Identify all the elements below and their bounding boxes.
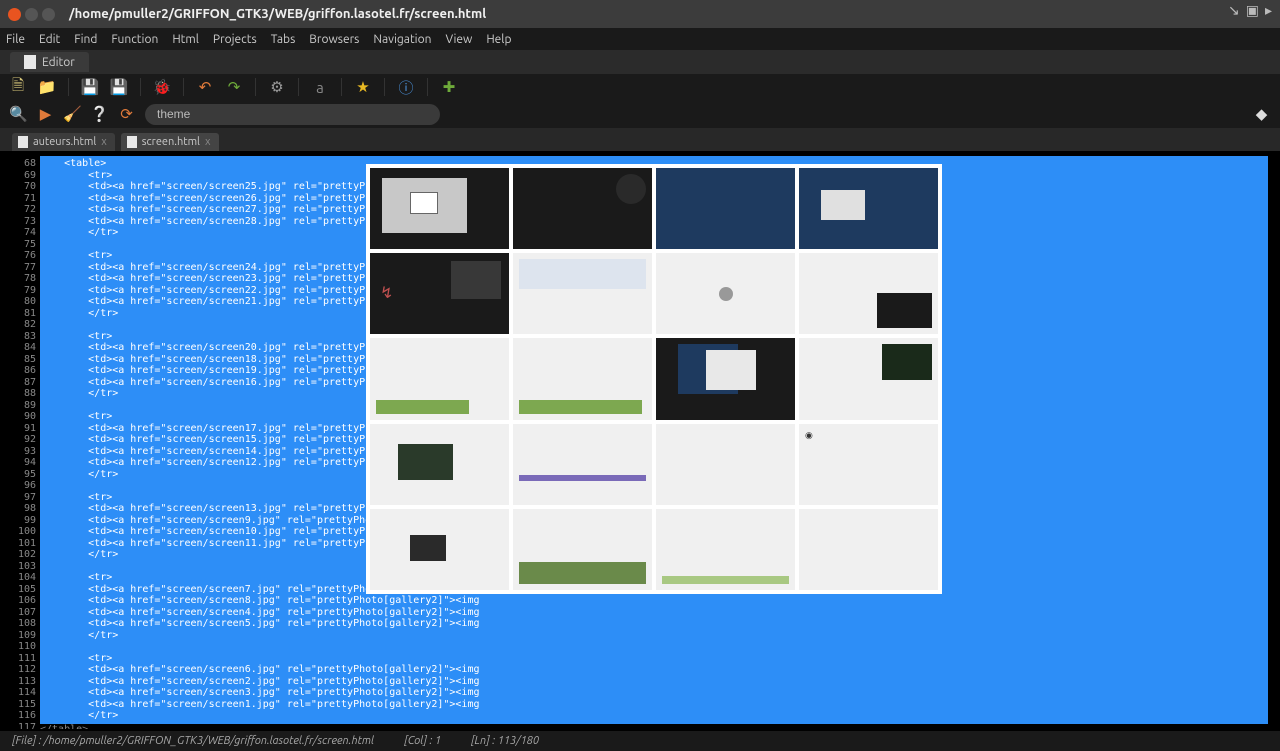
thumbnail[interactable]: ◉ bbox=[799, 424, 938, 505]
search-bar: 🔍 ▶ 🧹 ❔ ⟳ ◆ bbox=[0, 100, 1280, 128]
search-input[interactable] bbox=[145, 104, 440, 125]
panel-tabs: Editor bbox=[0, 50, 1280, 74]
refresh-icon[interactable]: ⟳ bbox=[118, 106, 135, 123]
window-title: /home/pmuller2/GRIFFON_GTK3/WEB/griffon.… bbox=[69, 7, 486, 21]
file-tab-label: auteurs.html bbox=[33, 136, 96, 148]
close-tab-icon[interactable]: x bbox=[205, 136, 211, 148]
menu-browsers[interactable]: Browsers bbox=[309, 33, 359, 46]
status-bar: [File] : /home/pmuller2/GRIFFON_GTK3/WEB… bbox=[0, 731, 1280, 751]
gear-icon[interactable]: ⚙ bbox=[269, 79, 285, 95]
tray-icon[interactable]: ↘ bbox=[1228, 2, 1240, 19]
toolbar: 🗎 📁 💾 💾 🐞 ↶ ↷ ⚙ a ★ ⓘ ✚ bbox=[0, 74, 1280, 100]
menu-navigation[interactable]: Navigation bbox=[373, 33, 431, 46]
thumbnail[interactable] bbox=[370, 338, 509, 419]
thumbnail[interactable] bbox=[799, 168, 938, 249]
preview-overlay[interactable]: ↯ ◉ bbox=[366, 164, 942, 594]
thumbnail[interactable] bbox=[656, 509, 795, 590]
toolbar-separator bbox=[298, 78, 299, 96]
thumbnail[interactable] bbox=[799, 253, 938, 334]
system-tray: ↘ ▣ ▸ bbox=[1228, 2, 1272, 19]
menu-view[interactable]: View bbox=[445, 33, 472, 46]
menu-function[interactable]: Function bbox=[111, 33, 158, 46]
status-file: [File] : /home/pmuller2/GRIFFON_GTK3/WEB… bbox=[12, 735, 374, 747]
bug-icon[interactable]: 🐞 bbox=[154, 79, 170, 95]
thumbnail[interactable] bbox=[513, 338, 652, 419]
close-button[interactable] bbox=[8, 8, 21, 21]
format-icon[interactable]: a bbox=[312, 79, 328, 95]
thumbnail[interactable] bbox=[799, 338, 938, 419]
file-tab-label: screen.html bbox=[142, 136, 200, 148]
status-ln: [Ln] : 113/180 bbox=[471, 735, 539, 747]
plus-icon[interactable]: ✚ bbox=[441, 79, 457, 95]
thumbnail[interactable] bbox=[370, 168, 509, 249]
panel-tab-label: Editor bbox=[42, 56, 75, 69]
menu-tabs[interactable]: Tabs bbox=[271, 33, 296, 46]
thumbnail[interactable]: ↯ bbox=[370, 253, 509, 334]
window-titlebar[interactable]: /home/pmuller2/GRIFFON_GTK3/WEB/griffon.… bbox=[0, 0, 1280, 28]
info-icon[interactable]: ⓘ bbox=[398, 79, 414, 95]
line-gutter: 6869707172737475767778798081828384858687… bbox=[12, 156, 40, 729]
toolbar-separator bbox=[68, 78, 69, 96]
thumbnail[interactable] bbox=[513, 424, 652, 505]
thumbnail[interactable] bbox=[370, 509, 509, 590]
thumbnail[interactable] bbox=[370, 424, 509, 505]
thumbnail[interactable] bbox=[656, 253, 795, 334]
menubar: File Edit Find Function Html Projects Ta… bbox=[0, 28, 1280, 50]
thumbnail-grid: ↯ ◉ bbox=[370, 168, 938, 590]
help-search-icon[interactable]: ❔ bbox=[91, 106, 108, 123]
document-icon bbox=[24, 55, 36, 69]
toolbar-separator bbox=[341, 78, 342, 96]
close-search-icon[interactable]: ◆ bbox=[1253, 106, 1270, 123]
menu-edit[interactable]: Edit bbox=[39, 33, 60, 46]
file-tab[interactable]: auteurs.html x bbox=[12, 133, 115, 151]
menu-find[interactable]: Find bbox=[74, 33, 97, 46]
maximize-button[interactable] bbox=[42, 8, 55, 21]
clear-icon[interactable]: 🧹 bbox=[64, 106, 81, 123]
save-as-icon[interactable]: 💾 bbox=[111, 79, 127, 95]
file-tabbar: auteurs.html x screen.html x bbox=[0, 128, 1280, 151]
file-tab[interactable]: screen.html x bbox=[121, 133, 219, 151]
open-file-icon[interactable]: 📁 bbox=[39, 79, 55, 95]
document-icon bbox=[18, 136, 28, 148]
status-col: [Col] : 1 bbox=[404, 735, 441, 747]
toolbar-separator bbox=[183, 78, 184, 96]
tray-icon[interactable]: ▸ bbox=[1265, 2, 1272, 19]
new-file-icon[interactable]: 🗎 bbox=[10, 79, 26, 95]
panel-tab-editor[interactable]: Editor bbox=[10, 52, 89, 72]
toolbar-separator bbox=[427, 78, 428, 96]
redo-icon[interactable]: ↷ bbox=[226, 79, 242, 95]
toolbar-separator bbox=[384, 78, 385, 96]
thumbnail[interactable] bbox=[513, 253, 652, 334]
thumbnail[interactable] bbox=[656, 424, 795, 505]
tray-icon[interactable]: ▣ bbox=[1246, 2, 1259, 19]
undo-icon[interactable]: ↶ bbox=[197, 79, 213, 95]
thumbnail[interactable] bbox=[513, 509, 652, 590]
close-tab-icon[interactable]: x bbox=[101, 136, 107, 148]
minimize-button[interactable] bbox=[25, 8, 38, 21]
thumbnail[interactable] bbox=[799, 509, 938, 590]
thumbnail[interactable] bbox=[656, 338, 795, 419]
document-icon bbox=[127, 136, 137, 148]
star-icon[interactable]: ★ bbox=[355, 79, 371, 95]
toolbar-separator bbox=[255, 78, 256, 96]
toolbar-separator bbox=[140, 78, 141, 96]
save-icon[interactable]: 💾 bbox=[82, 79, 98, 95]
thumbnail[interactable] bbox=[656, 168, 795, 249]
next-icon[interactable]: ▶ bbox=[37, 106, 54, 123]
menu-html[interactable]: Html bbox=[172, 33, 199, 46]
menu-file[interactable]: File bbox=[6, 33, 25, 46]
menu-projects[interactable]: Projects bbox=[213, 33, 257, 46]
thumbnail[interactable] bbox=[513, 168, 652, 249]
menu-help[interactable]: Help bbox=[486, 33, 511, 46]
search-icon[interactable]: 🔍 bbox=[10, 106, 27, 123]
